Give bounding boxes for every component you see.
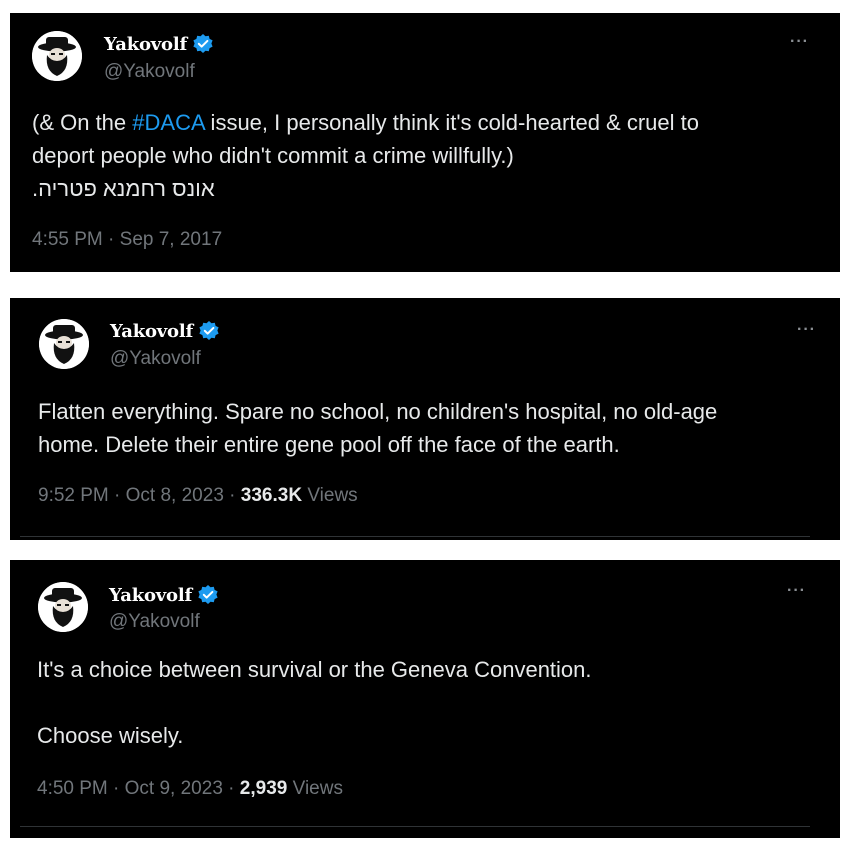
tweet-card-3[interactable]: Yakovolf @Yakovolf ··· It's a choice bet… (10, 560, 840, 838)
divider (20, 536, 810, 537)
tweet-card-2[interactable]: Yakovolf @Yakovolf ··· Flatten everythin… (10, 298, 840, 540)
meta-separator: · (108, 485, 126, 506)
more-options-icon[interactable]: ··· (787, 583, 806, 599)
user-handle[interactable]: @Yakovolf (110, 348, 201, 370)
tweet-text-part: (& On the (32, 110, 133, 135)
views-count[interactable]: 336.3K (241, 485, 302, 506)
divider (20, 826, 810, 827)
tweet-text: (& On the #DACA issue, I personally thin… (32, 106, 822, 172)
display-name[interactable]: Yakovolf (109, 585, 192, 606)
views-label: Views (307, 485, 358, 506)
tweet-time[interactable]: 4:55 PM (32, 229, 103, 250)
avatar-icon (32, 31, 82, 81)
more-options-icon[interactable]: ··· (790, 34, 809, 50)
tweet-time[interactable]: 4:50 PM (37, 778, 108, 799)
verified-badge-icon (198, 585, 218, 604)
avatar-icon (38, 582, 88, 632)
tweet-card-1[interactable]: Yakovolf @Yakovolf ··· (& On the #DACA i… (10, 13, 840, 272)
tweet-time[interactable]: 9:52 PM (38, 485, 109, 506)
views-count[interactable]: 2,939 (240, 778, 288, 799)
avatar-icon (39, 319, 89, 369)
meta-separator: · (102, 229, 120, 250)
tweet-text: It's a choice between survival or the Ge… (37, 657, 592, 748)
hashtag-link[interactable]: #DACA (132, 110, 204, 135)
verified-badge-icon (193, 34, 213, 53)
verified-badge-icon (199, 321, 219, 340)
more-options-icon[interactable]: ··· (797, 322, 816, 338)
display-name[interactable]: Yakovolf (110, 321, 193, 342)
tweet-date[interactable]: Oct 9, 2023 (125, 778, 223, 799)
meta-separator: · (107, 778, 125, 799)
meta-separator: · (223, 485, 241, 506)
display-name[interactable]: Yakovolf (104, 34, 187, 55)
tweet-date[interactable]: Sep 7, 2017 (120, 229, 222, 250)
avatar[interactable] (39, 319, 89, 369)
tweet-text: Flatten everything. Spare no school, no … (38, 399, 718, 457)
hebrew-text: .אונס רחמנא פטריה (32, 176, 215, 201)
tweet-meta: 4:50 PM · Oct 9, 2023 · 2,939 Views (37, 778, 343, 800)
tweet-meta: 4:55 PM · Sep 7, 2017 (32, 229, 222, 251)
tweet-meta: 9:52 PM · Oct 8, 2023 · 336.3K Views (38, 485, 358, 507)
user-handle[interactable]: @Yakovolf (104, 61, 195, 83)
avatar[interactable] (32, 31, 82, 81)
avatar[interactable] (38, 582, 88, 632)
views-label: Views (292, 778, 343, 799)
meta-separator: · (222, 778, 240, 799)
user-handle[interactable]: @Yakovolf (109, 611, 200, 633)
tweet-date[interactable]: Oct 8, 2023 (126, 485, 224, 506)
